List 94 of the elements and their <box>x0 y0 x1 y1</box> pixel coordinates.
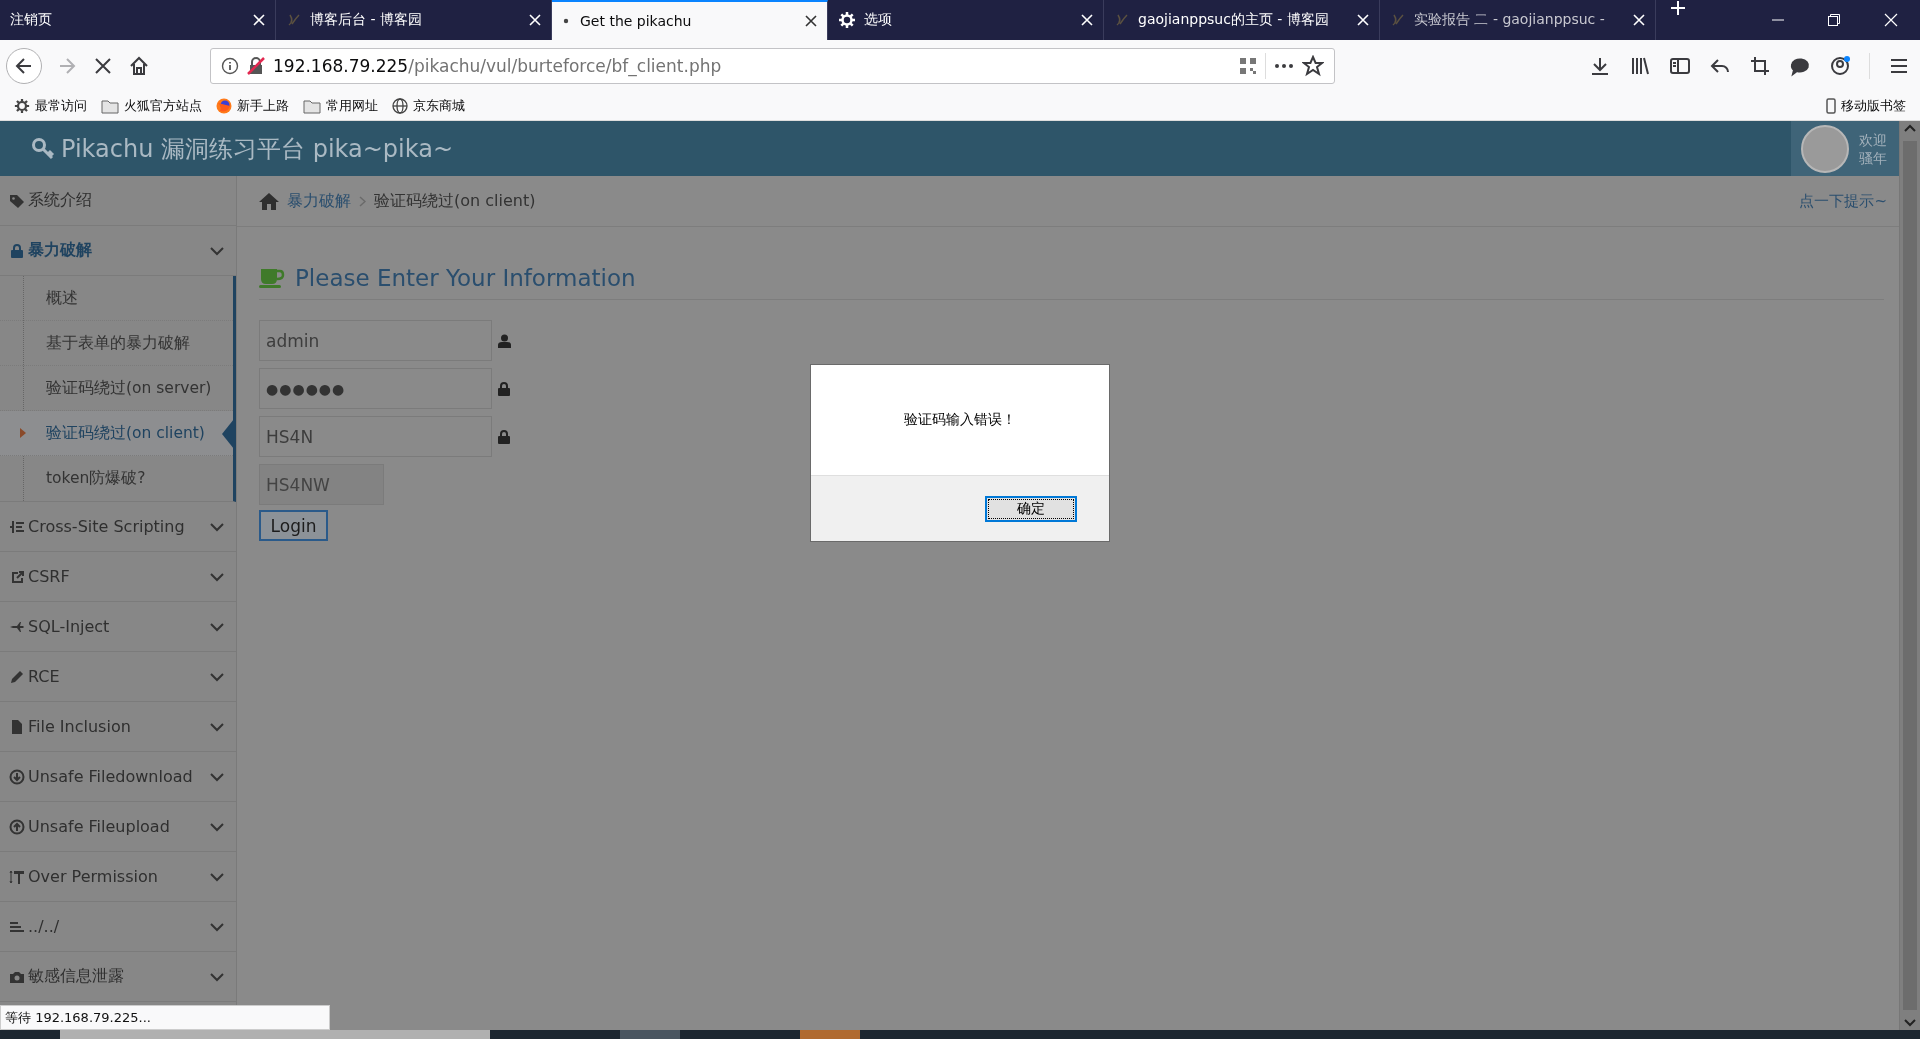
sidebar-item[interactable]: Unsafe Fileupload <box>0 802 236 852</box>
user-avatar[interactable] <box>1801 124 1849 173</box>
sketch-logo-icon <box>1114 12 1130 28</box>
lock-icon <box>9 242 25 259</box>
account-icon[interactable] <box>1829 55 1851 77</box>
lock-icon <box>498 429 510 444</box>
chevron-down-icon <box>210 921 224 932</box>
browser-tab[interactable]: Get the pikachu <box>552 0 828 40</box>
star-icon[interactable] <box>1302 55 1324 77</box>
insecure-lock-icon[interactable] <box>247 57 265 75</box>
sketch-logo-icon <box>1390 12 1406 28</box>
chevron-down-icon <box>210 721 224 732</box>
chevron-right-icon <box>359 195 366 207</box>
login-button[interactable]: Login <box>259 510 328 541</box>
crop-icon[interactable] <box>1749 55 1771 77</box>
home-icon[interactable] <box>128 55 150 77</box>
download-circle-icon <box>9 768 25 785</box>
upload-circle-icon <box>9 818 25 835</box>
globe-icon <box>392 98 408 114</box>
close-icon[interactable] <box>805 15 817 27</box>
pencil-icon <box>9 668 25 685</box>
bookmark-item[interactable]: 常用网址 <box>303 97 378 115</box>
password-field[interactable]: ●●●●●● <box>259 368 492 409</box>
address-bar[interactable]: 192.168.79.225/pikachu/vul/burteforce/bf_client.php <box>210 48 1335 84</box>
chevron-down-icon <box>210 571 224 582</box>
sidebar-subitem[interactable]: 概述 <box>0 276 233 321</box>
library-icon[interactable] <box>1629 55 1651 77</box>
text-height-icon <box>9 868 25 885</box>
sidebar-subitem[interactable]: 基于表单的暴力破解 <box>0 321 233 366</box>
new-tab-icon[interactable] <box>1670 0 1686 16</box>
file-icon <box>9 718 25 735</box>
sidebar-icon[interactable] <box>1669 55 1691 77</box>
chevron-down-icon <box>210 671 224 682</box>
captcha-code: HS4NW <box>259 464 384 505</box>
sidebar-item[interactable]: ../../ <box>0 902 236 952</box>
sidebar-item[interactable]: Cross-Site Scripting <box>0 502 236 552</box>
sidebar-item[interactable]: CSRF <box>0 552 236 602</box>
captcha-field[interactable]: HS4N <box>259 416 492 457</box>
alert-message: 验证码输入错误！ <box>904 411 1016 429</box>
breadcrumb-link[interactable]: 暴力破解 <box>287 190 351 212</box>
more-icon[interactable] <box>1274 63 1294 69</box>
tag-icon <box>9 192 25 209</box>
sketch-logo-icon <box>286 12 302 28</box>
caret-right-icon <box>20 428 26 438</box>
sidebar-item[interactable]: RCE <box>0 652 236 702</box>
coffee-cup-icon <box>259 267 285 289</box>
chevron-down-icon <box>210 871 224 882</box>
gear-icon <box>14 98 30 114</box>
hint-link[interactable]: 点一下提示~ <box>1799 191 1887 211</box>
username-field[interactable]: admin <box>259 320 492 361</box>
info-icon[interactable] <box>221 57 239 75</box>
sidebar-subitem[interactable]: token防爆破? <box>0 456 233 501</box>
restore-icon[interactable] <box>1828 14 1840 26</box>
chevron-down-icon <box>210 771 224 782</box>
mobile-bookmarks-link[interactable]: 移动版书签 <box>1826 97 1906 115</box>
welcome-text: 骚年 <box>1859 148 1887 167</box>
chevron-down-icon <box>210 821 224 832</box>
chevron-down-icon <box>210 621 224 632</box>
chevron-down-icon <box>210 971 224 982</box>
download-icon[interactable] <box>1589 55 1611 77</box>
folder-icon <box>303 98 321 114</box>
status-text: 等待 192.168.79.225... <box>0 1005 330 1030</box>
sidebar-subitem[interactable]: 验证码绕过(on client) <box>0 411 233 456</box>
phone-icon <box>1826 98 1836 114</box>
form-title: Please Enter Your Information <box>295 265 636 291</box>
back-button[interactable] <box>6 48 42 84</box>
chevron-down-icon <box>210 521 224 532</box>
indent-list-icon <box>9 518 25 535</box>
sidebar-item[interactable]: 敏感信息泄露 <box>0 952 236 1002</box>
breadcrumb-current: 验证码绕过(on client) <box>374 190 536 212</box>
settings-icon <box>838 11 856 29</box>
bookmark-item[interactable]: 火狐官方站点 <box>101 97 202 115</box>
user-icon <box>498 333 511 348</box>
bookmark-item[interactable]: 最常访问 <box>14 97 87 115</box>
sidebar-item[interactable]: Over Permission <box>0 852 236 902</box>
sidebar-item[interactable]: SQL-Inject <box>0 602 236 652</box>
qr-code-icon[interactable] <box>1239 57 1257 75</box>
chat-bubble-icon[interactable] <box>1789 55 1811 77</box>
ok-button[interactable]: 确定 <box>985 495 1077 522</box>
sidebar-item[interactable]: Unsafe Filedownload <box>0 752 236 802</box>
lock-icon <box>498 381 510 396</box>
fox-globe-icon <box>216 98 232 114</box>
sidebar-item[interactable]: File Inclusion <box>0 702 236 752</box>
share-icon <box>9 568 25 585</box>
bookmark-item[interactable]: 京东商城 <box>392 97 465 115</box>
url-text: 192.168.79.225/pikachu/vul/burteforce/bf_client.php <box>273 56 723 76</box>
chevron-down-icon <box>210 245 224 256</box>
site-title[interactable]: Pikachu 漏洞练习平台 pika~pika~ <box>61 132 454 165</box>
welcome-text: 欢迎 <box>1859 130 1887 149</box>
bookmark-item[interactable]: 新手上路 <box>216 97 289 115</box>
sidebar-item[interactable]: 系统介绍 <box>0 176 236 226</box>
sidebar-item[interactable]: 暴力破解 <box>0 226 236 276</box>
folder-icon <box>101 98 119 114</box>
key-icon <box>31 136 55 161</box>
